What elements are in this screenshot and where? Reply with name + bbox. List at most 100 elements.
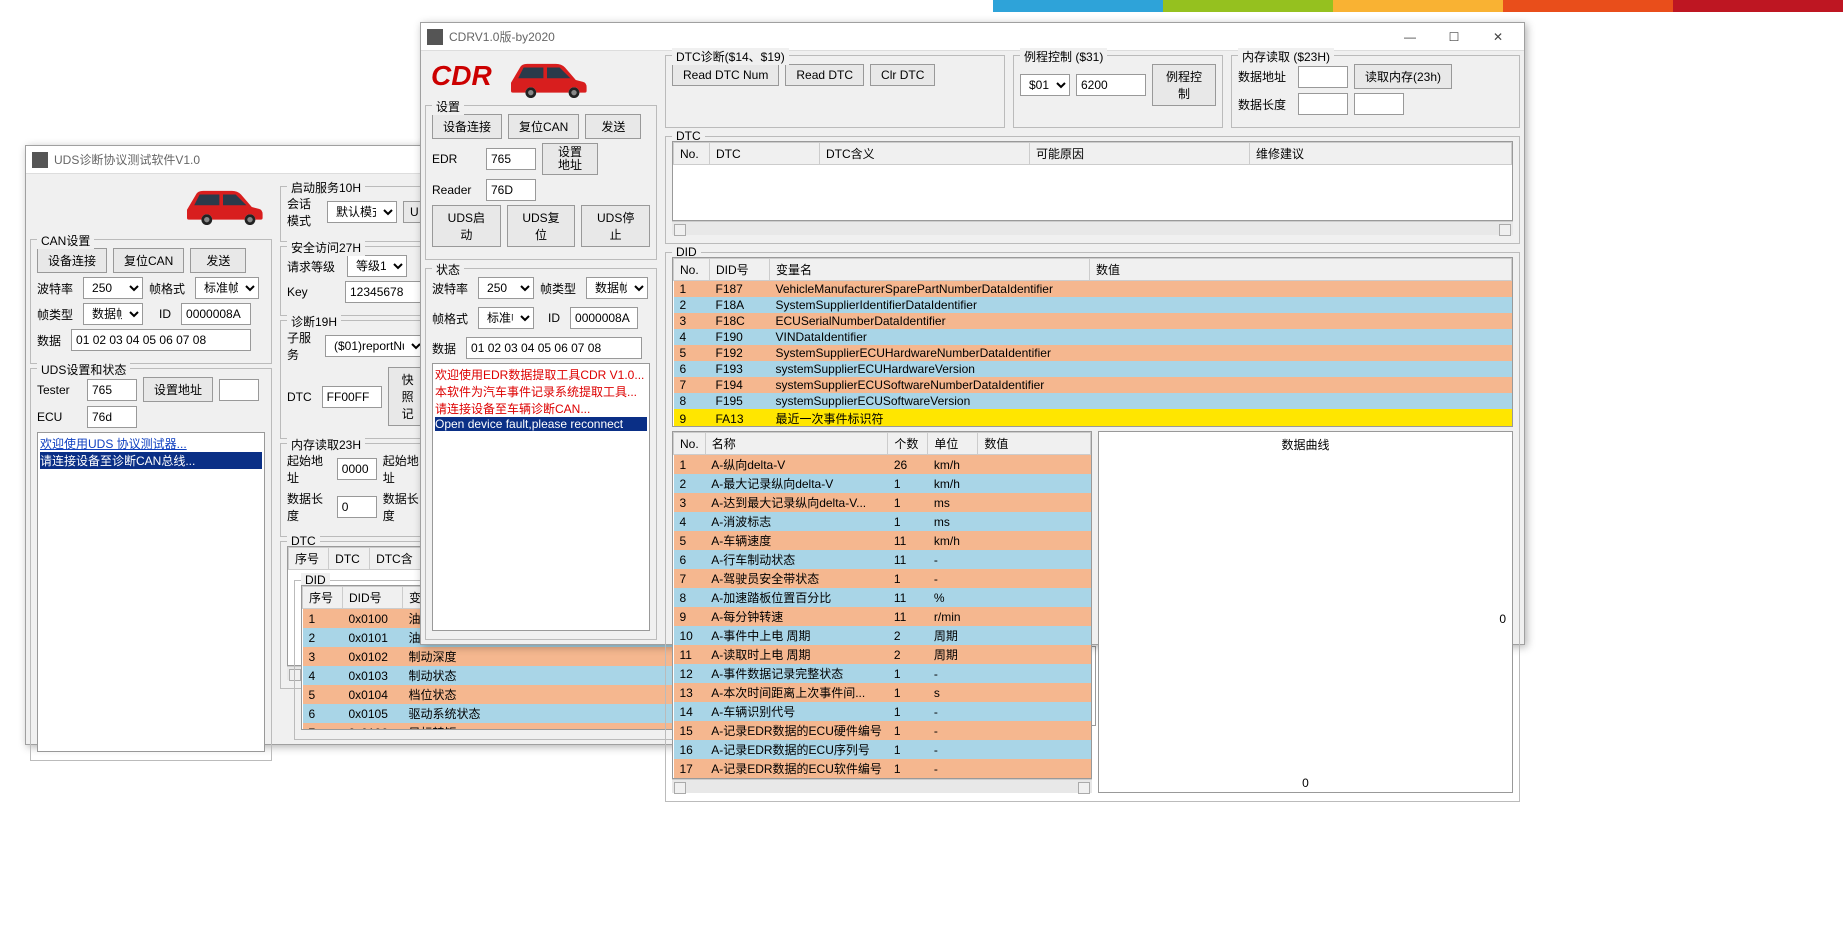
key-input[interactable] [345, 281, 425, 303]
cdr-dtc-table[interactable]: No. DTC DTC含义 可能原因 维修建议 [672, 141, 1513, 221]
framefmt-select[interactable]: 标准帧 [195, 277, 259, 299]
table-row[interactable]: 15A-记录EDR数据的ECU硬件编号1- [674, 721, 1091, 740]
id-label: ID [159, 307, 171, 321]
table-row[interactable]: 5A-车辆速度11km/h [674, 531, 1091, 550]
baud-select[interactable]: 250 [478, 277, 534, 299]
frametype-select[interactable]: 数据帧 [83, 303, 143, 325]
uds-log: 欢迎使用UDS 协议测试器... 请连接设备至诊断CAN总线... [37, 432, 265, 752]
table-row[interactable]: 9A-每分钟转速11r/min [674, 607, 1091, 626]
col-no: 序号 [289, 548, 329, 570]
table-row[interactable]: 9FA13最近一次事件标识符 [674, 409, 1512, 427]
table-row[interactable]: 3F18CECUSerialNumberDataIdentifier [674, 313, 1512, 329]
table-row[interactable]: 16A-记录EDR数据的ECU序列号1- [674, 740, 1091, 759]
baud-label: 波特率 [37, 280, 73, 297]
table-row[interactable]: 6F193systemSupplierECUHardwareVersion [674, 361, 1512, 377]
dtc-diag-group: DTC诊断($14、$19) Read DTC Num Read DTC Clr… [665, 55, 1005, 128]
table-row[interactable]: 8A-加速踏板位置百分比11% [674, 588, 1091, 607]
reqlevel-select[interactable]: 等级1 [347, 255, 407, 277]
table-row[interactable]: 4A-消波标志1ms [674, 512, 1091, 531]
table-row[interactable]: 3A-达到最大记录纵向delta-V...1ms [674, 493, 1091, 512]
log-line: Open device fault,please reconnect [435, 417, 647, 431]
cdr-did-table[interactable]: No. DID号 变量名 数值 1F187VehicleManufacturer… [672, 257, 1513, 427]
cdr-titlebar[interactable]: CDRV1.0版-by2020 — ☐ ✕ [421, 23, 1524, 51]
startaddr-input[interactable] [337, 458, 377, 480]
data-input[interactable] [466, 337, 642, 359]
table-row[interactable]: 5F192SystemSupplierECUHardwareNumberData… [674, 345, 1512, 361]
routine-id-input[interactable] [1076, 74, 1146, 96]
close-button[interactable]: ✕ [1478, 25, 1518, 49]
table-row[interactable]: 10A-事件中上电 周期2周期 [674, 626, 1091, 645]
table-row[interactable]: 7F194systemSupplierECUSoftwareNumberData… [674, 377, 1512, 393]
app-icon [32, 152, 48, 168]
set-addr-button[interactable]: 设置地址 [143, 377, 213, 402]
table-row[interactable]: 13A-本次时间距离上次事件间...1s [674, 683, 1091, 702]
routine-select[interactable]: $01 [1020, 74, 1070, 96]
mem-addr-input[interactable] [1298, 66, 1348, 88]
table-row[interactable]: 7A-驾驶员安全带状态1- [674, 569, 1091, 588]
table-row[interactable]: 1A-纵向delta-V26km/h [674, 455, 1091, 475]
dtc-input[interactable] [322, 386, 382, 408]
tester-input[interactable] [87, 379, 137, 401]
baud-label: 波特率 [432, 280, 468, 297]
id-input[interactable] [570, 307, 638, 329]
maximize-button[interactable]: ☐ [1434, 25, 1474, 49]
session-select[interactable]: 默认模式 [327, 201, 397, 223]
minimize-button[interactable]: — [1390, 25, 1430, 49]
routine-control-group: 例程控制 ($31) $01 例程控制 [1013, 55, 1223, 128]
edr-input[interactable] [486, 148, 536, 170]
cdr-did-group: DID No. DID号 变量名 数值 1F187VehicleManufact… [665, 252, 1520, 802]
connect-button[interactable]: 设备连接 [37, 248, 107, 273]
table-row[interactable]: 17A-记录EDR数据的ECU软件编号1- [674, 759, 1091, 778]
ecu-input[interactable] [87, 406, 137, 428]
uds-stop-button[interactable]: UDS停止 [581, 205, 650, 247]
addr-extra-input[interactable] [219, 379, 259, 401]
uds-start-button[interactable]: UDS启动 [432, 205, 501, 247]
mem-extra-input[interactable] [1354, 93, 1404, 115]
table-row[interactable]: 4F190VINDataIdentifier [674, 329, 1512, 345]
col-advice: 维修建议 [1250, 143, 1512, 165]
top-color-strip [993, 0, 1843, 12]
reset-can-button[interactable]: 复位CAN [113, 248, 184, 273]
data-label: 数据 [37, 332, 61, 349]
table-row[interactable]: 1F187VehicleManufacturerSparePartNumberD… [674, 281, 1512, 298]
table-row[interactable]: 14A-车辆识别代号1- [674, 702, 1091, 721]
framefmt-select[interactable]: 标准帧 [478, 307, 534, 329]
col-id: DID号 [710, 259, 770, 281]
table-row[interactable]: 2A-最大记录纵向delta-V1km/h [674, 474, 1091, 493]
connect-button[interactable]: 设备连接 [432, 114, 502, 139]
uds-reset-button[interactable]: UDS复位 [507, 205, 576, 247]
clr-dtc-button[interactable]: Clr DTC [870, 64, 935, 86]
id-input[interactable] [181, 303, 251, 325]
subserv-select[interactable]: ($01)reportNumber [325, 335, 425, 357]
cdr-param-table[interactable]: No. 名称 个数 单位 数值 1A-纵向delta-V26km/h2A-最大记… [672, 431, 1092, 779]
send-button[interactable]: 发送 [190, 248, 246, 273]
chart-zero-b: 0 [1099, 776, 1512, 790]
mem-read-button[interactable]: 读取内存(23h) [1354, 64, 1452, 89]
col-count: 个数 [888, 433, 928, 455]
reader-input[interactable] [486, 179, 536, 201]
frametype-select[interactable]: 数据帧 [586, 277, 648, 299]
mem-len-input[interactable] [1298, 93, 1348, 115]
table-row[interactable]: 8F195systemSupplierECUSoftwareVersion [674, 393, 1512, 409]
baud-select[interactable]: 250 [83, 277, 143, 299]
reset-can-button[interactable]: 复位CAN [508, 114, 579, 139]
send-button[interactable]: 发送 [585, 114, 641, 139]
data-input[interactable] [71, 329, 251, 351]
table-row[interactable]: 2F18ASystemSupplierIdentifierDataIdentif… [674, 297, 1512, 313]
table-row[interactable]: 11A-读取时上电 周期2周期 [674, 645, 1091, 664]
car-icon [178, 178, 268, 228]
set-addr-button[interactable]: 设置 地址 [542, 143, 598, 175]
scrollbar-h[interactable] [672, 221, 1513, 235]
scrollbar-h[interactable] [672, 779, 1092, 793]
read-dtc-num-button[interactable]: Read DTC Num [672, 64, 779, 86]
table-row[interactable]: 12A-事件数据记录完整状态1- [674, 664, 1091, 683]
col-cause: 可能原因 [1030, 143, 1250, 165]
read-dtc-button[interactable]: Read DTC [785, 64, 864, 86]
table-row[interactable]: 6A-行车制动状态11- [674, 550, 1091, 569]
key-label: Key [287, 285, 335, 299]
session-label: 会话模式 [287, 195, 317, 229]
start-service-group: 启动服务10H 会话模式 默认模式 U [280, 186, 432, 242]
id-label: ID [548, 311, 560, 325]
datalen-input[interactable] [337, 496, 377, 518]
routine-button[interactable]: 例程控制 [1152, 64, 1216, 106]
